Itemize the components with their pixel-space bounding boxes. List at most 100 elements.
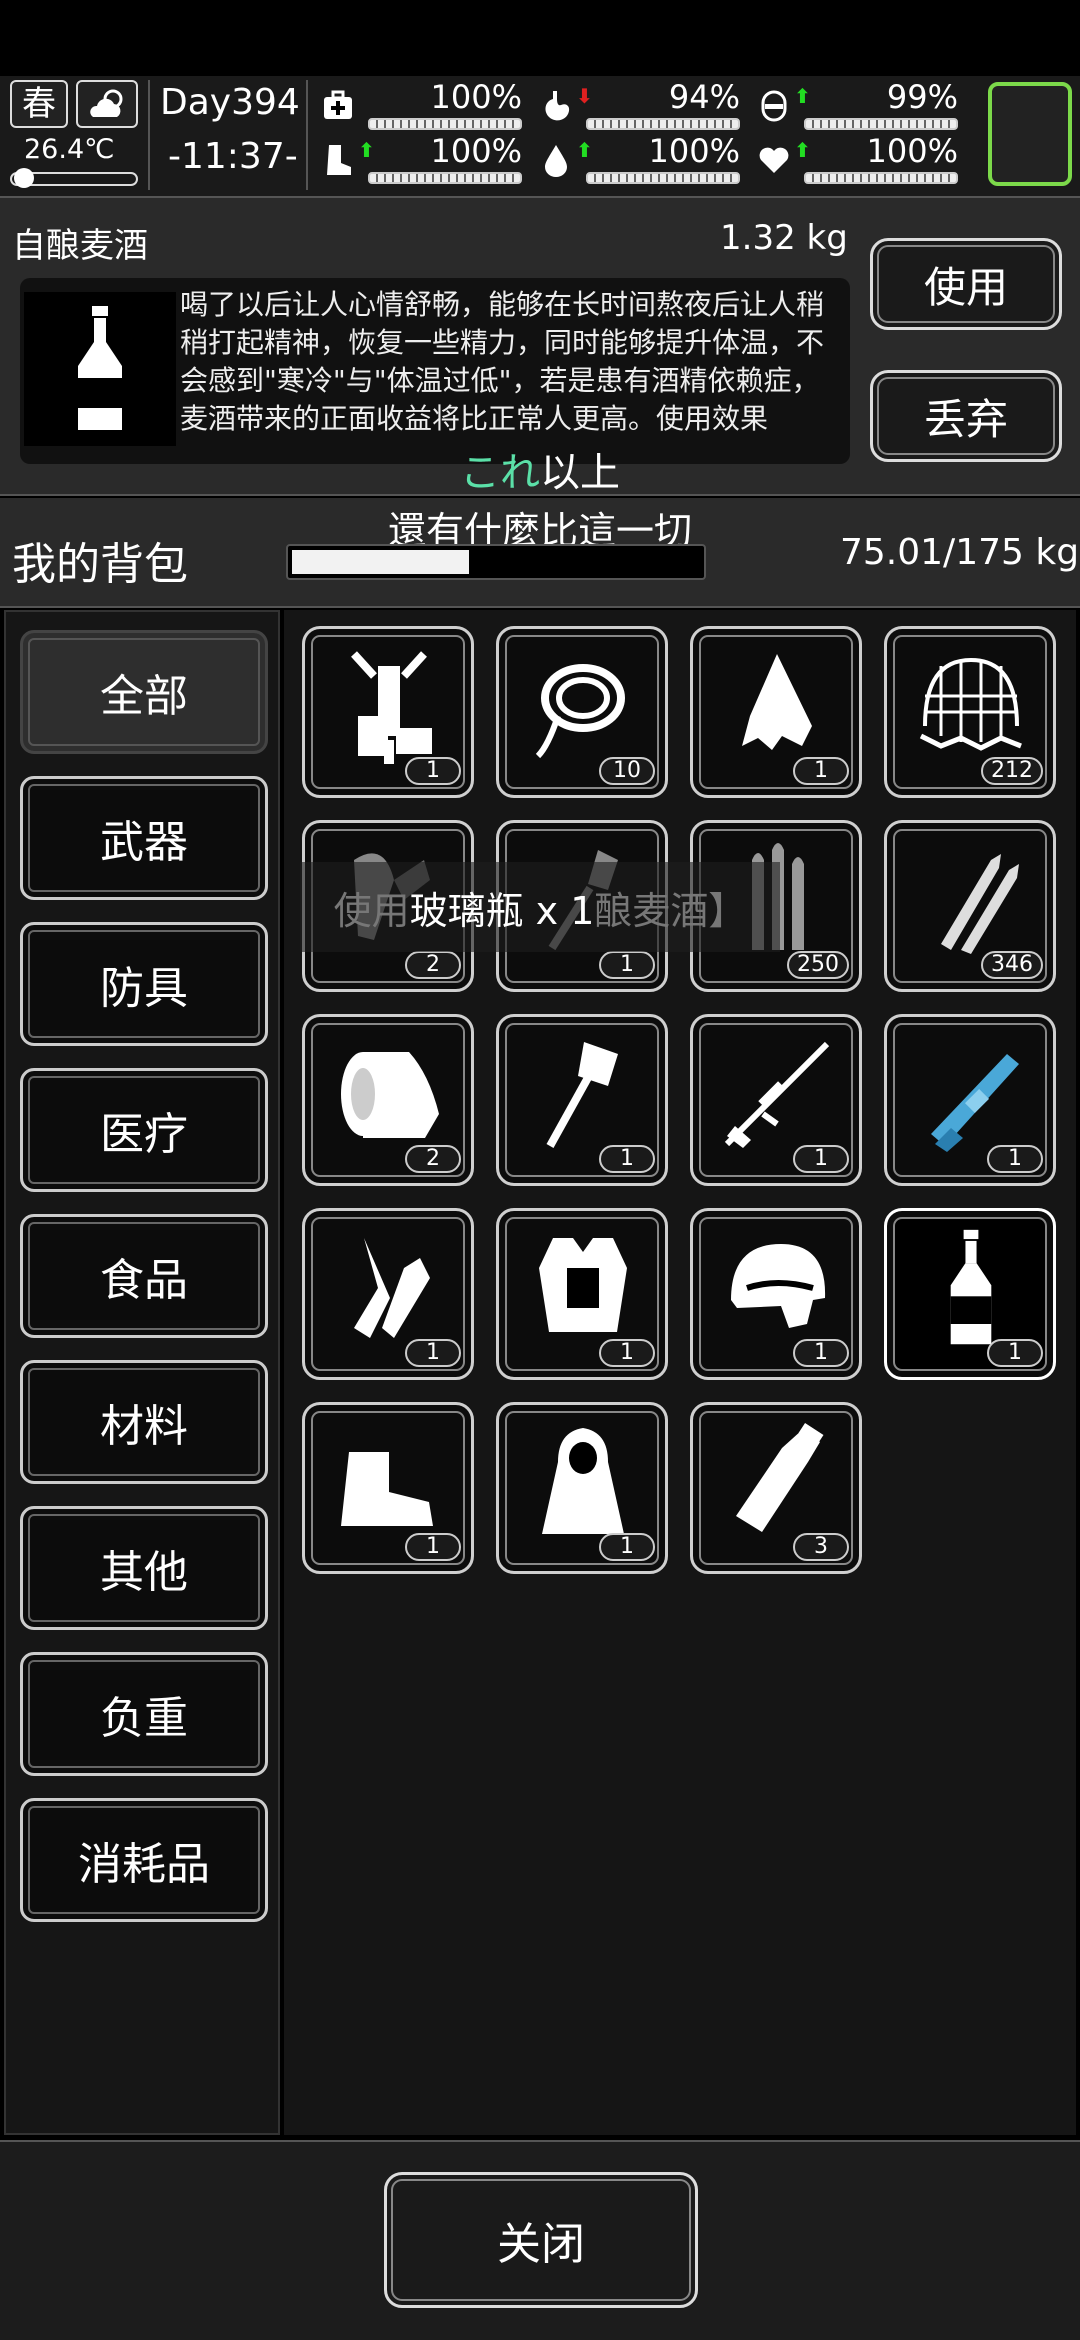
- item-count-badge: 1: [599, 1145, 655, 1173]
- liquor-bottle-icon: [901, 1223, 1041, 1353]
- inventory-slot[interactable]: 10: [496, 626, 668, 798]
- rope-icon: [513, 641, 653, 771]
- boot-icon: [318, 140, 358, 180]
- item-count-badge: 1: [599, 1339, 655, 1367]
- stat-mood: ⬆ 100%: [754, 132, 964, 184]
- inventory-slot[interactable]: 1: [302, 1402, 474, 1574]
- toast-message: 使用 玻璃瓶 x 1 酿麦酒】: [300, 862, 780, 952]
- inventory-slot[interactable]: 1: [302, 1208, 474, 1380]
- category-tab[interactable]: 防具: [20, 922, 268, 1046]
- stat-health: 100%: [318, 78, 528, 130]
- toast-prefix: 使用: [333, 888, 410, 933]
- axe-icon: [513, 1029, 653, 1159]
- inventory-slot[interactable]: 1: [884, 1014, 1056, 1186]
- item-count-badge: 1: [987, 1145, 1043, 1173]
- trend-arrow-icon: ⬆: [576, 138, 593, 162]
- tactical-helmet-icon: [707, 1223, 847, 1353]
- net-icon: [901, 641, 1041, 771]
- divider: [306, 80, 308, 190]
- cloth-scrap-icon: [707, 641, 847, 771]
- inventory-slot[interactable]: 1: [690, 626, 862, 798]
- category-sidebar: 全部武器防具医疗食品材料其他负重消耗品: [4, 610, 280, 2135]
- stat-energy: ⬆ 99%: [754, 78, 964, 130]
- divider: [148, 80, 150, 190]
- item-count-badge: 346: [981, 951, 1043, 979]
- bag-weight: 75.01/175 kg: [840, 532, 1080, 573]
- bag-header: 我的背包 還有什麼比這一切 75.01/175 kg: [0, 498, 1080, 608]
- item-count-badge: 1: [405, 1533, 461, 1561]
- day-counter: Day394: [160, 82, 300, 123]
- stat-bar: [368, 118, 522, 130]
- item-count-badge: 250: [787, 951, 849, 979]
- inventory-slot[interactable]: 1: [690, 1208, 862, 1380]
- capacity-bar: [286, 544, 706, 580]
- glass-bottle-icon: [707, 1417, 847, 1547]
- category-tab[interactable]: 材料: [20, 1360, 268, 1484]
- trend-arrow-icon: ⬆: [794, 138, 811, 162]
- stat-percent: 100%: [648, 132, 740, 170]
- sniper-rifle-icon: [707, 1029, 847, 1159]
- status-bar: 春 26.4℃ Day394 -11:37- 100% ⬇ 94% ⬆ 99% ⬆ 100%…: [0, 76, 1080, 196]
- menu-button[interactable]: [988, 82, 1072, 186]
- use-button[interactable]: 使用: [870, 238, 1062, 330]
- season-badge: 春: [10, 80, 68, 128]
- temperature: 26.4℃: [24, 134, 115, 165]
- inventory-slot[interactable]: 1: [690, 1014, 862, 1186]
- subtitle-white-text: 以上: [540, 450, 620, 496]
- stat-percent: 99%: [886, 78, 958, 116]
- gloves-icon: [319, 1223, 459, 1353]
- category-tab[interactable]: 医疗: [20, 1068, 268, 1192]
- stat-percent: 94%: [668, 78, 740, 116]
- body-armor-icon: [513, 1223, 653, 1353]
- inventory-slot[interactable]: 2: [302, 1014, 474, 1186]
- bandage-roll-icon: [319, 1029, 459, 1159]
- stat-bar: [804, 118, 958, 130]
- category-tab[interactable]: 其他: [20, 1506, 268, 1630]
- category-tab[interactable]: 负重: [20, 1652, 268, 1776]
- trend-arrow-icon: ⬇: [576, 84, 593, 108]
- item-count-badge: 1: [987, 1339, 1043, 1367]
- clock-time: -11:37-: [168, 136, 298, 177]
- category-tab[interactable]: 食品: [20, 1214, 268, 1338]
- item-count-badge: 1: [405, 1339, 461, 1367]
- item-weight: 1.32 kg: [720, 218, 848, 258]
- subtitle-overlay: これ以上: [0, 440, 1080, 498]
- medkit-icon: [318, 86, 358, 126]
- item-count-badge: 2: [405, 1145, 461, 1173]
- close-button[interactable]: 关闭: [384, 2172, 698, 2308]
- backpack-frame-icon: [319, 641, 459, 771]
- trend-arrow-icon: ⬆: [358, 138, 375, 162]
- inventory-grid: 1 10 1 212 2 1 250 346 2 1 1 1 1 1 1 1 1 1 3: [284, 610, 1076, 2135]
- subtitle-green-text: これ: [460, 450, 540, 496]
- water-drop-icon: [536, 140, 576, 180]
- bag-title: 我的背包: [12, 539, 188, 590]
- stat-bar: [804, 172, 958, 184]
- inventory-slot[interactable]: 1: [884, 1208, 1056, 1380]
- item-count-badge: 2: [405, 951, 461, 979]
- stat-thirst: ⬆ 100%: [536, 132, 746, 184]
- stat-bar: [586, 172, 740, 184]
- inventory-slot[interactable]: 1: [496, 1402, 668, 1574]
- heart-icon: [754, 140, 794, 180]
- inventory-slot[interactable]: 3: [690, 1402, 862, 1574]
- capacity-fill: [292, 550, 469, 574]
- stat-bar: [368, 172, 522, 184]
- category-tab[interactable]: 消耗品: [20, 1798, 268, 1922]
- item-count-badge: 1: [405, 757, 461, 785]
- thermometer-icon: [10, 168, 138, 188]
- inventory-slot[interactable]: 1: [302, 626, 474, 798]
- stomach-icon: [536, 86, 576, 126]
- category-tab[interactable]: 武器: [20, 776, 268, 900]
- item-description-box: 喝了以后让人心情舒畅，能够在长时间熬夜后让人稍稍打起精神，恢复一些精力，同时能够…: [20, 278, 850, 464]
- item-count-badge: 10: [599, 757, 655, 785]
- inventory-slot[interactable]: 1: [496, 1208, 668, 1380]
- toast-suffix: 酿麦酒】: [594, 888, 747, 933]
- inventory-slot[interactable]: 212: [884, 626, 1056, 798]
- capsule-icon: [754, 86, 794, 126]
- liquor-bottle-icon: [24, 292, 176, 446]
- category-tab[interactable]: 全部: [20, 630, 268, 754]
- item-name: 自酿麦酒: [12, 226, 148, 266]
- stat-percent: 100%: [430, 78, 522, 116]
- inventory-slot[interactable]: 346: [884, 820, 1056, 992]
- inventory-slot[interactable]: 1: [496, 1014, 668, 1186]
